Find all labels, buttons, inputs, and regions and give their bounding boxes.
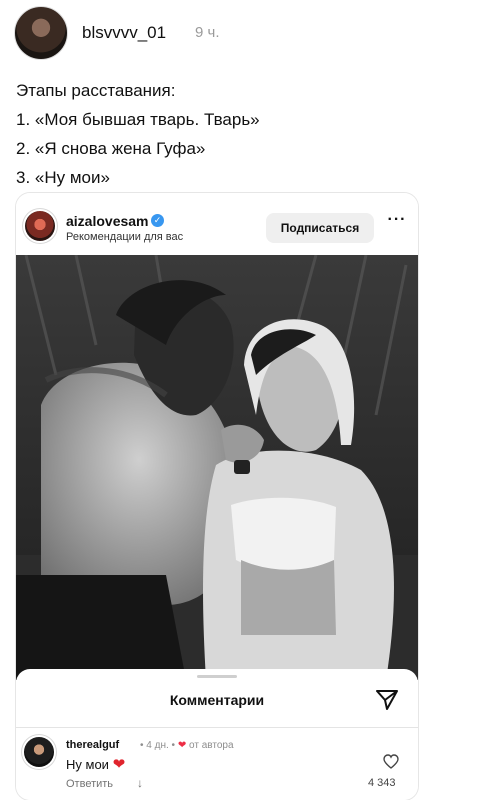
author-avatar[interactable] — [14, 6, 68, 60]
like-count: 4 343 — [368, 777, 396, 789]
comment-text: Ну мои ❤ — [66, 755, 125, 773]
like-heart-icon[interactable] — [383, 754, 399, 769]
comment-time: 4 дн. — [146, 740, 169, 751]
post-header: blsvvvv_01 9 ч. — [14, 6, 474, 60]
comment-avatar[interactable] — [24, 737, 54, 767]
embed-avatar[interactable] — [25, 211, 55, 241]
heart-emoji-icon: ❤ — [112, 756, 126, 773]
verified-badge-icon: ✓ — [151, 214, 164, 227]
comment-body: Ну мои — [66, 757, 109, 772]
post-text-line: Этапы расставания: — [16, 81, 176, 100]
from-author-label: от автора — [189, 740, 234, 751]
post-text: Этапы расставания: 1. «Моя бывшая тварь.… — [16, 76, 260, 192]
sheet-handle[interactable] — [197, 675, 237, 678]
embed-header: aizalovesam ✓ Рекомендации для вас Подпи… — [16, 193, 418, 255]
embed-username[interactable]: aizalovesam — [66, 213, 149, 229]
more-dots-icon[interactable]: ··· — [386, 212, 408, 233]
comment-meta: • 4 дн. • ❤ от автора — [140, 740, 234, 751]
comments-sheet: Комментарии therealguf • 4 дн. • ❤ от ав… — [16, 669, 418, 800]
follow-button[interactable]: Подписаться — [266, 213, 374, 243]
post-text-line: 3. «Ну мои» — [16, 168, 110, 187]
reply-button[interactable]: Ответить — [66, 778, 113, 790]
comments-divider — [16, 727, 418, 728]
reply-arrow-icon[interactable]: ↓ — [137, 776, 143, 790]
comments-title: Комментарии — [169, 692, 265, 708]
photo-illustration — [16, 255, 418, 680]
comment-username[interactable]: therealguf — [66, 739, 119, 751]
heart-icon: ❤ — [177, 740, 187, 751]
post-time: 9 ч. — [195, 24, 220, 41]
author-name[interactable]: blsvvvv_01 — [82, 23, 166, 43]
embed-subtitle: Рекомендации для вас — [66, 231, 184, 243]
post-photo — [16, 255, 418, 680]
post-text-line: 1. «Моя бывшая тварь. Тварь» — [16, 110, 260, 129]
post-text-line: 2. «Я снова жена Гуфа» — [16, 139, 206, 158]
embedded-screenshot: aizalovesam ✓ Рекомендации для вас Подпи… — [16, 193, 418, 800]
send-icon[interactable] — [375, 689, 399, 711]
